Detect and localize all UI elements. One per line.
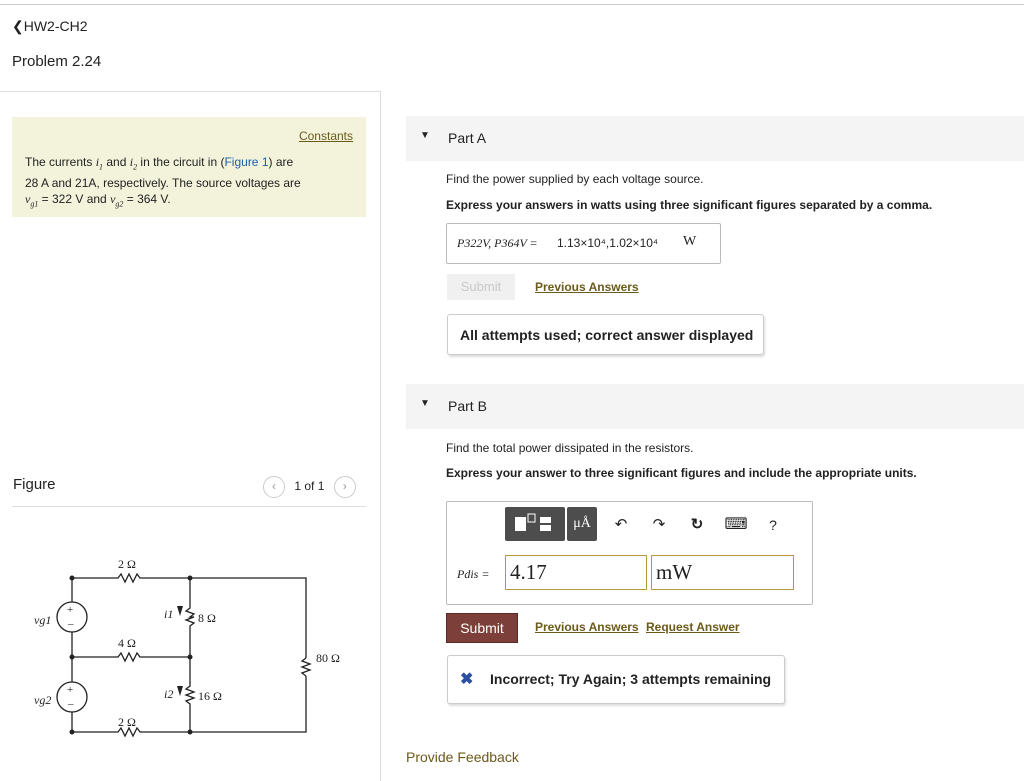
next-figure-button[interactable]: › <box>333 476 356 498</box>
part-a-status-message: All attempts used; correct answer displa… <box>447 314 764 355</box>
provide-feedback-link[interactable]: Provide Feedback <box>406 749 519 765</box>
label-vg1: vg1 <box>34 613 51 627</box>
node <box>187 729 193 735</box>
undo-icon[interactable]: ↶ <box>609 507 633 543</box>
circuit-diagram: + – + – 2 Ω 4 Ω 2 Ω 8 Ω 16 Ω 80 Ω vg1 vg… <box>34 557 340 738</box>
math-toolbar: μÅ ↶ ↷ ↻ ⌨ ? <box>505 507 797 543</box>
resistor-8 <box>184 578 196 657</box>
part-b-previous-answers-link[interactable]: Previous Answers <box>535 620 639 634</box>
resistor-80 <box>300 657 312 677</box>
part-a-answer-value: 1.13×10⁴,1.02×10⁴ <box>557 236 659 250</box>
vg2-symbol: vg2 <box>110 192 124 209</box>
current-arrow-i1 <box>177 606 183 616</box>
part-a-answer-unit: W <box>683 234 697 249</box>
label-r-i1: 8 Ω <box>198 611 216 625</box>
part-b-header[interactable]: ▼ Part B <box>406 384 1024 429</box>
label-r-right: 80 Ω <box>316 651 340 665</box>
label-r-mid: 4 Ω <box>118 636 136 650</box>
incorrect-x-icon: ✖ <box>460 671 474 688</box>
keyboard-icon[interactable]: ⌨ <box>723 507 749 543</box>
problem-statement: The currents i1 and i2 in the circuit in… <box>25 154 355 213</box>
part-a-instruction: Express your answers in watts using thre… <box>446 198 933 212</box>
header-divider <box>0 91 380 92</box>
statement-text: 28 A and 21A, respectively. The source v… <box>25 176 301 191</box>
statement-text: The currents <box>25 155 96 169</box>
part-b-status-message: Incorrect; Try Again; 3 attempts remaini… <box>490 671 772 687</box>
i1-symbol: i1 <box>95 155 104 172</box>
back-to-assignment-link[interactable]: ❮HW2-CH2 <box>12 18 88 35</box>
figure-pager: ‹ 1 of 1 › <box>263 476 356 498</box>
part-b-title: Part B <box>448 398 487 414</box>
node <box>187 654 193 660</box>
part-b-question: Find the total power dissipated in the r… <box>446 441 694 455</box>
minus-sign: – <box>67 698 74 710</box>
templates-button[interactable] <box>505 507 565 541</box>
part-a-answer-box: P322V, P364V = 1.13×10⁴,1.02×10⁴ W <box>446 223 721 264</box>
figure-divider <box>12 506 366 507</box>
prev-figure-button[interactable]: ‹ <box>263 476 285 498</box>
part-a-question: Find the power supplied by each voltage … <box>446 172 704 186</box>
label-i1: i1 <box>164 607 173 621</box>
node <box>69 654 75 660</box>
reset-icon[interactable]: ↻ <box>685 507 709 543</box>
problem-statement-panel: Constants The currents i1 and i2 in the … <box>12 117 366 217</box>
templates-icon <box>515 513 551 531</box>
help-icon[interactable]: ? <box>763 507 783 543</box>
part-b-status-box: ✖ Incorrect; Try Again; 3 attempts remai… <box>447 655 785 704</box>
resistor-16 <box>184 657 196 732</box>
part-a-submit-button[interactable]: Submit <box>447 274 515 300</box>
statement-text: and <box>103 155 130 169</box>
node <box>187 575 193 581</box>
figure-label: Figure <box>13 476 56 493</box>
request-answer-link[interactable]: Request Answer <box>646 620 740 634</box>
part-b-answer-label: Pdis = <box>457 567 490 581</box>
part-a-answer-label: P322V, P364V = <box>457 236 538 250</box>
collapse-triangle-icon[interactable]: ▼ <box>420 398 430 409</box>
current-arrow-i2 <box>177 686 183 696</box>
part-b-unit-input[interactable]: mW <box>651 555 794 590</box>
bottom-wire <box>72 676 307 738</box>
top-divider <box>0 4 1024 5</box>
collapse-triangle-icon[interactable]: ▼ <box>420 130 430 141</box>
node <box>69 729 75 735</box>
figure-link[interactable]: Figure 1 <box>224 155 268 169</box>
middle-wire <box>72 651 190 663</box>
part-b-instruction: Express your answer to three significant… <box>446 466 917 480</box>
label-r-i2: 16 Ω <box>198 689 222 703</box>
part-b-submit-button[interactable]: Submit <box>446 613 518 643</box>
label-i2: i2 <box>164 687 173 701</box>
column-divider <box>380 91 381 781</box>
plus-sign: + <box>67 684 73 696</box>
units-button[interactable]: μÅ <box>567 507 597 541</box>
part-a-previous-answers-link[interactable]: Previous Answers <box>535 280 639 294</box>
pager-text: 1 of 1 <box>294 479 325 494</box>
label-r-bot: 2 Ω <box>118 715 136 729</box>
plus-sign: + <box>67 604 73 616</box>
i2-symbol: i2 <box>129 155 138 172</box>
vg1-symbol: vg1 <box>25 192 39 209</box>
constants-link[interactable]: Constants <box>299 129 353 143</box>
part-a-header[interactable]: ▼ Part A <box>406 116 1024 161</box>
redo-icon[interactable]: ↷ <box>647 507 671 543</box>
problem-title: Problem 2.24 <box>12 53 102 70</box>
statement-text: = 364 V. <box>123 192 171 207</box>
statement-text: = 322 V and <box>38 192 111 207</box>
minus-sign: – <box>67 618 74 630</box>
node <box>69 575 75 581</box>
label-vg2: vg2 <box>34 693 51 707</box>
statement-text: in the circuit in ( <box>137 155 225 169</box>
statement-text: ) are <box>268 155 294 169</box>
part-b-value-input[interactable]: 4.17 <box>505 555 647 590</box>
top-wire <box>72 572 307 658</box>
label-r-top: 2 Ω <box>118 557 136 571</box>
part-a-title: Part A <box>448 130 487 146</box>
